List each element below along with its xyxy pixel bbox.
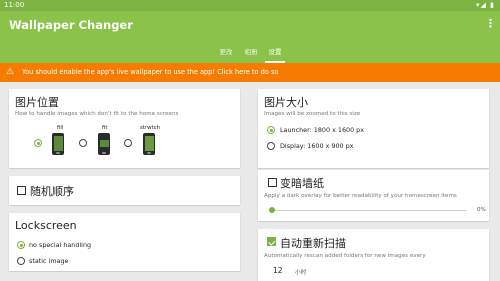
rescan-interval-unit: 小时 <box>295 270 307 276</box>
status-icons: ▾◢ ▮ <box>476 1 495 9</box>
fill-phone-icon <box>52 133 64 155</box>
option-fill-label: fill <box>57 125 64 131</box>
image-position-title: 图片位置 <box>15 96 59 109</box>
option-fill-radio[interactable] <box>34 139 42 147</box>
darken-subtitle: Apply a dark overlay for better readabil… <box>264 193 457 199</box>
lockscreen-card: Lockscreen no special handling static im… <box>9 213 240 271</box>
enable-live-wallpaper-banner[interactable]: ⚠ You should enable the app's live wallp… <box>0 63 500 82</box>
tab-change[interactable]: 更改 <box>214 46 238 63</box>
darken-wallpaper-card: 变暗墙纸 Apply a dark overlay for better rea… <box>258 170 489 221</box>
image-position-card: 图片位置 How to handle images which don't fi… <box>9 89 240 168</box>
fit-phone-icon <box>98 133 110 155</box>
image-position-subtitle: How to handle images which don't fit to … <box>15 111 179 117</box>
option-stretch-radio[interactable] <box>124 139 132 147</box>
auto-rescan-checkbox[interactable] <box>267 237 276 246</box>
rescan-interval-input[interactable]: 12 <box>273 266 283 275</box>
lockscreen-none-radio[interactable] <box>17 241 25 249</box>
option-fit-label: fit <box>102 125 108 131</box>
status-time: 11:00 <box>4 1 25 9</box>
darken-slider-track[interactable] <box>272 210 467 211</box>
status-bar: 11:00 ▾◢ ▮ <box>0 0 500 11</box>
auto-rescan-label: 自动重新扫描 <box>280 237 346 250</box>
random-order-checkbox[interactable] <box>17 186 26 195</box>
option-stretch-label: strwtch <box>140 125 161 131</box>
tab-albums[interactable]: 相册 <box>239 46 263 63</box>
darken-slider-thumb[interactable] <box>269 207 275 213</box>
tab-settings[interactable]: 设置 <box>263 46 287 63</box>
random-order-label: 随机顺序 <box>30 185 74 198</box>
warning-text: You should enable the app's live wallpap… <box>22 68 279 76</box>
lockscreen-static-radio[interactable] <box>17 257 25 265</box>
image-size-title: 图片大小 <box>264 96 308 109</box>
random-order-card[interactable]: 随机顺序 <box>9 176 240 205</box>
auto-rescan-card: 自动重新扫描 Automatically rescan added folder… <box>258 229 489 281</box>
image-size-card: 图片大小 Images will be zoomed to this size … <box>258 89 489 168</box>
size-launcher-radio[interactable] <box>267 126 275 134</box>
app-bar: Wallpaper Changer ⋮ 更改 相册 设置 <box>0 11 500 63</box>
size-launcher-label[interactable]: Launcher: 1800 x 1600 px <box>280 126 364 134</box>
option-fit-radio[interactable] <box>79 139 87 147</box>
auto-rescan-subtitle: Automatically rescan added folders for n… <box>264 253 426 259</box>
app-title: Wallpaper Changer <box>9 18 133 32</box>
lockscreen-none-label[interactable]: no special handling <box>29 241 91 249</box>
darken-checkbox[interactable] <box>268 178 277 187</box>
size-display-radio[interactable] <box>267 142 275 150</box>
warning-icon: ⚠ <box>6 67 15 77</box>
darken-value: 0% <box>477 207 486 213</box>
more-menu-icon[interactable]: ⋮ <box>485 17 496 30</box>
image-size-subtitle: Images will be zoomed to this size <box>264 111 361 117</box>
tab-bar: 更改 相册 设置 <box>0 46 500 63</box>
lockscreen-static-label[interactable]: static image <box>29 257 68 265</box>
darken-label: 变暗墙纸 <box>280 177 324 190</box>
size-display-label[interactable]: Display: 1600 x 900 px <box>280 142 353 150</box>
stretch-phone-icon <box>143 133 155 155</box>
lockscreen-title: Lockscreen <box>15 219 77 232</box>
